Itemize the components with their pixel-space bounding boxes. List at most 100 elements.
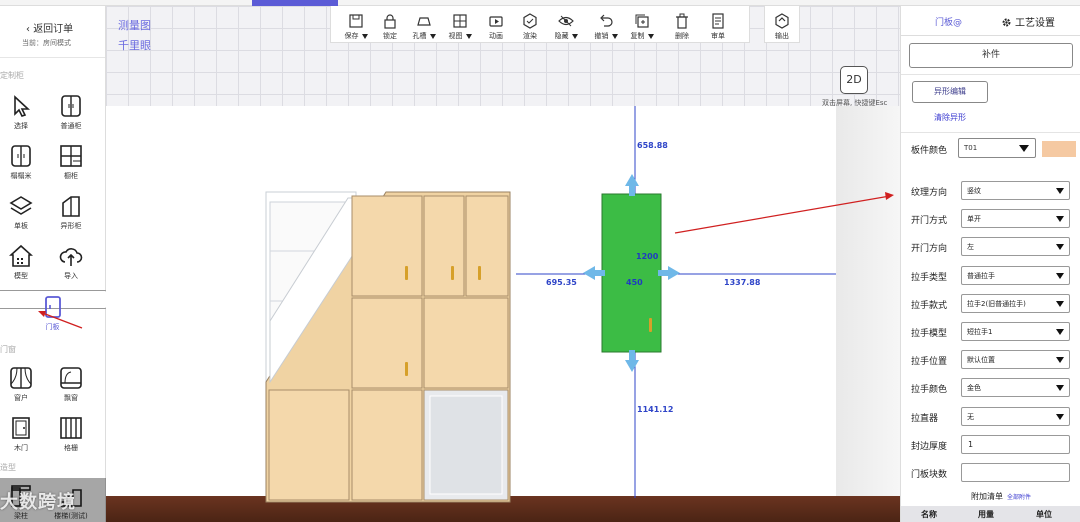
- toolbar-lock-button[interactable]: 锁定: [373, 9, 407, 43]
- property-select[interactable]: 竖纹: [961, 181, 1070, 200]
- bupian-button[interactable]: 补件: [909, 43, 1073, 68]
- move-up-arrow-icon: [625, 174, 639, 196]
- tool-label: 格栅: [64, 444, 78, 452]
- grille-icon: [60, 417, 82, 439]
- property-select[interactable]: 普通拉手: [961, 265, 1070, 285]
- property-input[interactable]: 1: [961, 434, 1070, 454]
- gold-handle: [649, 318, 652, 332]
- view-2d-button[interactable]: 2D: [840, 66, 868, 94]
- slot-icon: [417, 17, 431, 26]
- back-label: 返回订单: [33, 24, 74, 35]
- caret-down-icon[interactable]: [429, 33, 436, 39]
- caret-down-icon[interactable]: [571, 33, 578, 39]
- toolbar-label: 删除: [675, 32, 689, 40]
- property-select[interactable]: 默认位置: [961, 350, 1070, 370]
- toolbar-view-grid-button[interactable]: 视图: [443, 9, 477, 43]
- tool-wood-door[interactable]: 木门: [0, 412, 44, 460]
- property-select[interactable]: 拉手2(旧普通拉手): [961, 293, 1070, 313]
- clear-irregular-link[interactable]: 清除异形: [934, 112, 966, 123]
- property-value: 金色: [967, 384, 981, 393]
- tool-door-panel[interactable]: 门板: [0, 290, 107, 331]
- copy-icon: [635, 14, 649, 28]
- view-grid-icon: [453, 14, 467, 28]
- property-label: 拉手颜色: [911, 385, 948, 396]
- back-to-order[interactable]: ‹ 返回订单 当前：房间模式: [0, 6, 105, 58]
- irregular-edit-button[interactable]: 异形编辑: [912, 81, 988, 103]
- tool-window[interactable]: 窗户: [0, 362, 44, 410]
- property-value: 短拉手1: [967, 328, 993, 336]
- property-select[interactable]: 无: [961, 406, 1070, 426]
- property-row: 封边厚度 1: [901, 434, 1080, 456]
- chevron-down-icon: [1056, 413, 1064, 420]
- section-title-doors: 门窗: [0, 345, 16, 354]
- toolbar-render-button[interactable]: 渲染: [513, 9, 547, 43]
- export-button[interactable]: 输出: [764, 6, 800, 43]
- property-input[interactable]: [961, 463, 1070, 482]
- property-label: 封边厚度: [911, 441, 948, 452]
- board-color-swatch: [1042, 141, 1076, 157]
- property-select[interactable]: 金色: [961, 378, 1070, 398]
- caret-down-icon[interactable]: [361, 33, 368, 39]
- property-row: 开门方向 左: [901, 236, 1080, 258]
- tool-label: 单板: [14, 222, 28, 230]
- toolbar-copy-button[interactable]: 复制: [625, 9, 659, 43]
- chevron-down-icon: [1056, 188, 1064, 194]
- render-icon: [523, 13, 537, 29]
- divider: [901, 132, 1080, 133]
- cabinet-door: [465, 195, 509, 297]
- dim-width: 450: [626, 278, 643, 287]
- property-select[interactable]: 左: [961, 237, 1070, 257]
- layers-icon: [9, 196, 33, 215]
- tab-craft-label: 工艺设置: [1015, 18, 1055, 29]
- chevron-down-icon: [1056, 272, 1064, 279]
- tab-craft-settings[interactable]: 工艺设置: [1001, 14, 1055, 29]
- all-accessories-link[interactable]: 全部附件: [1007, 494, 1031, 501]
- board-color-select[interactable]: T01: [958, 138, 1036, 158]
- tool-layers[interactable]: 单板: [0, 190, 44, 238]
- caret-down-icon[interactable]: [647, 33, 654, 39]
- tool-house[interactable]: 模型: [0, 240, 44, 288]
- toolbar-trash-button[interactable]: 删除: [665, 9, 699, 43]
- property-select[interactable]: 短拉手1: [961, 322, 1070, 341]
- property-row: 拉手款式 拉手2(旧普通拉手): [901, 293, 1080, 315]
- property-select[interactable]: 单开: [961, 209, 1070, 229]
- toolbar-review-button[interactable]: 审单: [701, 9, 735, 43]
- cabinet[interactable]: [265, 191, 511, 503]
- tool-bay-window[interactable]: 飘窗: [48, 362, 94, 410]
- property-row: 拉手位置 默认位置: [901, 349, 1080, 371]
- tab-door-panel[interactable]: 门板@: [935, 15, 962, 28]
- tool-cabinet[interactable]: 普通柜: [48, 90, 94, 138]
- bay-window-icon: [60, 367, 82, 389]
- property-label: 门板块数: [911, 470, 948, 480]
- toolbar-video-button[interactable]: 动画: [479, 9, 513, 43]
- watermark-text: 大数跨境: [0, 492, 76, 513]
- toolbar-undo-button[interactable]: 撤销: [589, 9, 623, 43]
- toolbar-save-button[interactable]: 保存: [339, 9, 373, 43]
- cursor-icon: [14, 95, 31, 117]
- tool-grille[interactable]: 格栅: [48, 412, 94, 460]
- tool-upload[interactable]: 导入: [48, 240, 94, 288]
- toolbar-slot-button[interactable]: 孔槽: [407, 9, 441, 43]
- property-row: 拉手颜色 金色: [901, 377, 1080, 399]
- tool-kitchen-cabinet[interactable]: 橱柜: [48, 140, 94, 188]
- cabinet-door: [351, 195, 423, 297]
- tool-label: 选择: [14, 122, 28, 130]
- toolbar-eye-button[interactable]: 隐藏: [549, 9, 583, 43]
- toolbar-label: 视图: [448, 32, 463, 40]
- caret-down-icon[interactable]: [465, 33, 472, 39]
- property-label: 开门方式: [911, 216, 948, 227]
- door-panel-icon: [44, 296, 61, 318]
- tool-irregular-cabinet[interactable]: 异形柜: [48, 190, 94, 238]
- tool-tatami[interactable]: 榻榻米: [0, 140, 44, 188]
- chevron-down-icon: [1056, 357, 1064, 364]
- selected-door-panel[interactable]: 1200 450: [601, 193, 662, 353]
- cabinet-door: [423, 297, 509, 389]
- tool-cursor[interactable]: 选择: [0, 90, 44, 138]
- caret-down-icon[interactable]: [611, 33, 618, 39]
- design-canvas[interactable]: 测量图 千里眼 658.88 695.35 1337.88 1141.12 12…: [106, 6, 900, 522]
- section-title-other: 造型: [0, 463, 16, 472]
- export-icon: [775, 13, 789, 29]
- view-2d-hint: 双击屏幕, 快捷键Esc: [822, 99, 888, 107]
- property-value: 普通拉手: [967, 271, 995, 280]
- property-value: 竖纹: [967, 187, 981, 195]
